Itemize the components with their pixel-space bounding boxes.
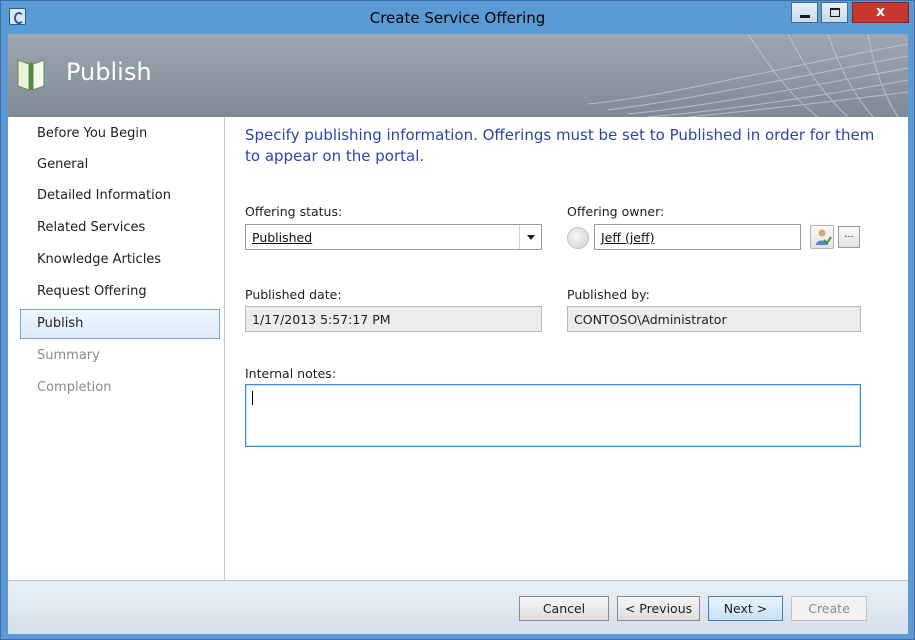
offering-owner-label: Offering owner: xyxy=(567,204,665,219)
page-header: Publish xyxy=(8,34,908,117)
nav-item-request-offering[interactable]: Request Offering xyxy=(20,277,220,307)
title-bar[interactable]: Create Service Offering x xyxy=(1,1,914,34)
previous-button[interactable]: < Previous xyxy=(617,596,700,621)
offering-status-label: Offering status: xyxy=(245,204,343,219)
nav-item-before-you-begin[interactable]: Before You Begin xyxy=(20,119,220,149)
text-caret xyxy=(252,391,253,405)
user-icon xyxy=(816,229,832,245)
nav-item-publish[interactable]: Publish xyxy=(20,309,220,339)
chevron-down-icon[interactable] xyxy=(519,225,541,249)
select-user-button[interactable] xyxy=(810,225,834,249)
offering-status-dropdown[interactable]: Published xyxy=(245,224,542,250)
nav-item-detailed-information[interactable]: Detailed Information xyxy=(20,181,220,211)
internal-notes-textarea[interactable] xyxy=(245,384,861,447)
instruction-text: Specify publishing information. Offering… xyxy=(245,126,875,165)
published-by-label: Published by: xyxy=(567,287,650,302)
published-by-field: CONTOSO\Administrator xyxy=(567,306,861,332)
maximize-icon xyxy=(830,8,840,17)
close-icon: x xyxy=(875,4,886,20)
wizard-nav: Before You Begin General Detailed Inform… xyxy=(8,117,225,580)
minimize-button[interactable] xyxy=(791,2,818,23)
minimize-icon xyxy=(800,15,810,18)
nav-item-completion: Completion xyxy=(37,380,112,395)
book-icon xyxy=(17,59,45,91)
nav-item-related-services[interactable]: Related Services xyxy=(20,213,220,243)
internal-notes-label: Internal notes: xyxy=(245,366,337,381)
published-by-value: CONTOSO\Administrator xyxy=(574,312,727,327)
nav-item-summary: Summary xyxy=(37,348,100,363)
wizard-footer: Cancel < Previous Next > Create xyxy=(8,580,908,634)
published-date-field: 1/17/2013 5:57:17 PM xyxy=(245,306,542,332)
main-panel: Specify publishing information. Offering… xyxy=(226,117,908,580)
create-service-offering-window: Create Service Offering x Publish Before… xyxy=(0,0,915,640)
offering-owner-value[interactable]: Jeff (jeff) xyxy=(601,230,655,245)
page-title: Publish xyxy=(66,58,152,86)
create-button: Create xyxy=(791,596,867,621)
close-button[interactable]: x xyxy=(852,2,909,23)
nav-item-general[interactable]: General xyxy=(20,150,220,180)
browse-owner-button[interactable]: ... xyxy=(838,226,860,248)
nav-item-knowledge-articles[interactable]: Knowledge Articles xyxy=(20,245,220,275)
published-date-label: Published date: xyxy=(245,287,342,302)
wizard-content: Before You Begin General Detailed Inform… xyxy=(8,117,908,580)
published-date-value: 1/17/2013 5:57:17 PM xyxy=(252,312,391,327)
cancel-button[interactable]: Cancel xyxy=(519,596,609,621)
offering-owner-field[interactable]: Jeff (jeff) xyxy=(594,224,801,250)
owner-status-indicator xyxy=(567,227,589,249)
header-decoration xyxy=(588,34,908,117)
next-button[interactable]: Next > xyxy=(708,596,783,621)
maximize-button[interactable] xyxy=(821,2,848,23)
offering-status-value: Published xyxy=(252,230,313,245)
window-title: Create Service Offering xyxy=(369,9,546,27)
